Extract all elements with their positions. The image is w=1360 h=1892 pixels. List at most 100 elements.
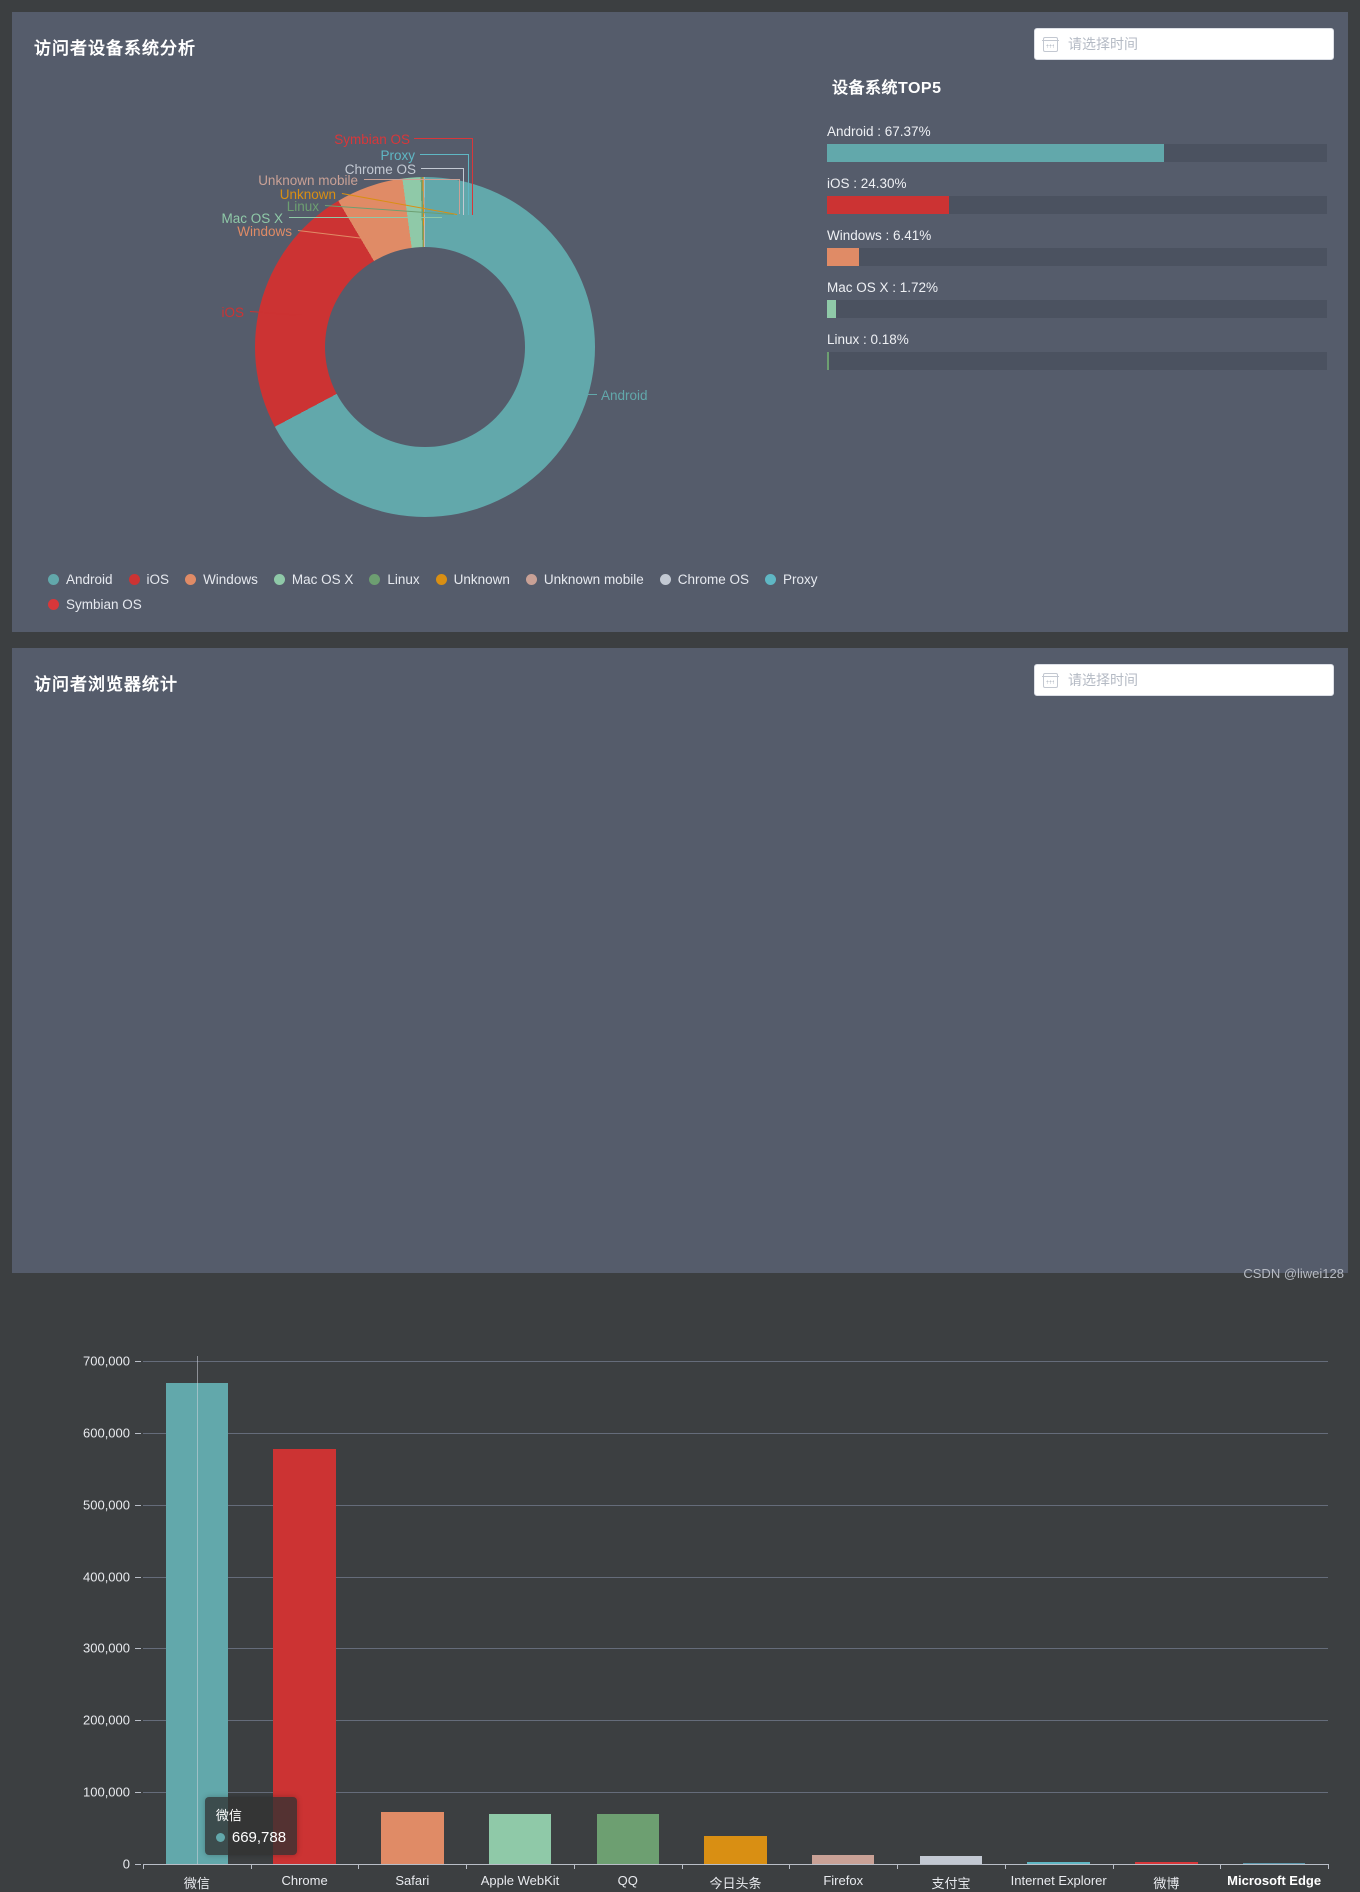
top5-row: Linux : 0.18% (827, 332, 1327, 370)
legend-item-linux[interactable]: Linux (369, 572, 420, 587)
donut-wrapper (255, 177, 595, 517)
top5-row-label: Windows : 6.41% (827, 228, 932, 243)
pie-label-proxy: Proxy (380, 148, 415, 163)
y-axis-tick-label: 700,000 (83, 1353, 130, 1369)
top5-row: Windows : 6.41% (827, 228, 1327, 266)
top5-row-label: Linux : 0.18% (827, 332, 909, 347)
y-axis-tick-label: 600,000 (83, 1425, 130, 1441)
dashboard-page: 访问者设备系统分析 请选择时间 Symbian OS Proxy Chrome OS… (0, 0, 1360, 1891)
y-axis-tick (135, 1792, 141, 1794)
bar-微博[interactable] (1135, 1862, 1198, 1864)
bar-Internet Explorer[interactable] (1027, 1862, 1090, 1864)
pie-label-linux: Linux (286, 199, 319, 214)
watermark: CSDN @liwei128 (1243, 1266, 1344, 1281)
pie-label-windows: Windows (237, 224, 292, 239)
x-axis-label-Chrome[interactable]: Chrome (281, 1873, 327, 1888)
browser-bar-chart[interactable]: 0 100,000 200,000 300,000 400,000 500,000 600,… (12, 703, 1348, 1891)
x-axis-label-支付宝[interactable]: 支付宝 (931, 1873, 970, 1892)
bar-QQ[interactable] (596, 1814, 659, 1864)
top5-row: iOS : 24.30% (827, 176, 1327, 214)
y-axis-tick (135, 1361, 141, 1362)
legend-color-dot (765, 574, 776, 585)
bar-Firefox[interactable] (811, 1855, 875, 1864)
x-axis-label-Apple WebKit[interactable]: Apple WebKit (481, 1873, 560, 1888)
legend-item-chrome-os[interactable]: Chrome OS (659, 572, 749, 587)
x-axis-label-微博[interactable]: 微博 (1153, 1873, 1179, 1892)
pie-label-symbian-os: Symbian OS (334, 132, 410, 147)
bar-Apple WebKit[interactable] (488, 1813, 552, 1864)
y-axis-tick (135, 1720, 141, 1722)
bar-今日头条[interactable] (704, 1835, 767, 1864)
legend-item-label: Symbian OS (66, 597, 142, 612)
x-axis-tick (1004, 1864, 1006, 1869)
tooltip-series-dot (215, 1833, 225, 1842)
y-axis-tick-label: 200,000 (83, 1712, 130, 1728)
pie-leader-line (463, 168, 464, 215)
legend-item-ios[interactable]: iOS (128, 572, 170, 587)
top5-row-label: iOS : 24.30% (827, 176, 907, 191)
top5-progress-fill (827, 300, 836, 318)
y-axis-tick-label: 500,000 (83, 1497, 130, 1513)
pie-label-android: Android (601, 388, 648, 403)
calendar-icon (1042, 36, 1059, 52)
x-axis-tick (1328, 1864, 1329, 1869)
x-axis-label-Safari[interactable]: Safari (395, 1873, 429, 1888)
bar-Microsoft Edge[interactable] (1242, 1863, 1306, 1864)
top5-progress-fill (827, 196, 949, 214)
legend-item-label: iOS (146, 572, 170, 587)
top5-row-label: Android : 67.37% (827, 124, 931, 139)
x-axis-label-QQ[interactable]: QQ (618, 1873, 638, 1888)
pie-leader-line (420, 154, 468, 155)
x-axis-tick (358, 1864, 360, 1869)
x-axis-label-今日头条[interactable]: 今日头条 (709, 1873, 761, 1892)
legend-item-unknown[interactable]: Unknown (435, 572, 510, 587)
legend-item-symbian-os[interactable]: Symbian OS (48, 597, 142, 612)
pie-label-unknown-mobile: Unknown mobile (258, 173, 358, 188)
legend-item-windows[interactable]: Windows (185, 572, 258, 587)
x-axis-label-微信[interactable]: 微信 (184, 1873, 210, 1892)
x-axis-tick (466, 1864, 468, 1869)
pie-leader-line (472, 138, 473, 215)
date-picker-placeholder: 请选择时间 (1068, 672, 1138, 688)
legend-item-proxy[interactable]: Proxy (765, 572, 818, 587)
legend-item-label: Unknown (453, 572, 510, 587)
browser-stats-panel: 访问者浏览器统计 请选择时间 0 100,000 200,000 300,000 400… (12, 648, 1348, 1891)
legend-item-label: Mac OS X (291, 572, 354, 587)
pie-leader-line (289, 217, 442, 218)
x-axis-tick (681, 1864, 683, 1869)
bar-Safari[interactable] (381, 1811, 444, 1864)
y-axis-tick (135, 1864, 141, 1865)
top5-row: Android : 67.37% (827, 124, 1327, 162)
page-title-browsers: 访问者浏览器统计 (34, 675, 178, 694)
bar-支付宝[interactable] (919, 1855, 983, 1864)
x-axis-line (143, 1864, 1328, 1865)
date-range-picker-browsers[interactable]: 请选择时间 (1034, 664, 1334, 696)
x-axis-tick (573, 1864, 575, 1869)
x-axis-label-Firefox[interactable]: Firefox (823, 1873, 863, 1888)
tooltip-value: 669,788 (231, 1829, 287, 1846)
legend-item-android[interactable]: Android (48, 572, 113, 587)
top5-progress-track (827, 196, 1327, 214)
legend-color-dot (185, 574, 197, 585)
x-axis-label-Internet Explorer[interactable]: Internet Explorer (1011, 1873, 1107, 1888)
legend-color-dot (369, 574, 381, 585)
y-axis-tick (135, 1648, 141, 1650)
top5-progress-track (827, 144, 1327, 162)
x-axis-tick (250, 1864, 252, 1869)
x-axis-tick (143, 1864, 144, 1869)
pie-leader-line (459, 179, 460, 214)
legend-item-unknown-mobile[interactable]: Unknown mobile (525, 572, 644, 587)
legend-color-dot (48, 599, 59, 610)
top5-progress-fill (827, 352, 829, 370)
legend-color-dot (128, 574, 140, 585)
device-top5-list: 设备系统TOP5 Android : 67.37% iOS : 24.30% Win… (827, 74, 1327, 384)
top5-progress-track (827, 248, 1327, 266)
top5-progress-fill (827, 144, 1164, 162)
donut-ring[interactable] (255, 177, 595, 517)
x-axis-label-Microsoft Edge[interactable]: Microsoft Edge (1227, 1873, 1321, 1888)
legend-color-dot (659, 574, 671, 585)
date-range-picker-devices[interactable]: 请选择时间 (1034, 28, 1334, 60)
legend-item-label: Proxy (783, 572, 818, 587)
legend-item-mac-os-x[interactable]: Mac OS X (273, 572, 354, 587)
x-axis-tick (789, 1864, 791, 1869)
